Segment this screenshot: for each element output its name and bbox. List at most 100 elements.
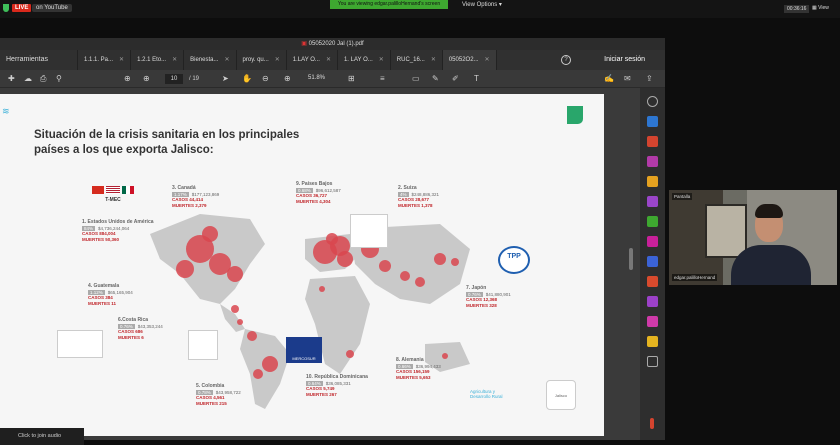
country-deaths: MUERTES 6 [118,334,144,340]
close-icon[interactable]: ✕ [224,57,229,63]
view-label: View [818,5,829,11]
conference-top-bar: LIVE on YouTube You are viewing edgar.pa… [0,0,840,18]
bubble-usa-west [176,260,194,278]
send-icon[interactable] [647,316,658,327]
country-value: $36,994,433 [415,363,441,369]
country-value: $43,353,244 [137,323,163,329]
search-icon[interactable] [647,96,658,107]
acrobat-title-bar: ▣ 05052020 Jal (1).pdf [0,38,665,50]
zoom-out-icon[interactable]: ⊖ [262,73,269,85]
create-icon[interactable]: ✚ [8,73,15,85]
bubble-colombia [247,331,257,341]
tab-label: proy. qu... [242,57,269,63]
wave-logo-icon: ≋ [2,106,10,116]
tab-doc-4[interactable]: proy. qu... ✕ [237,50,287,70]
close-icon[interactable]: ✕ [485,57,490,63]
previous-page-icon[interactable]: ⊕ [124,73,131,85]
create-pdf-icon[interactable] [647,136,658,147]
join-audio-button[interactable]: Click to join audio [0,428,84,445]
country-label-canada: 3. Canadá 1.17% $177,123,869 CASOS 44,414… [172,185,219,208]
email-icon[interactable]: ✉ [624,73,631,85]
optimize-icon[interactable] [647,276,658,287]
hand-icon[interactable]: ✋ [242,73,252,85]
bubble-brazil [262,356,278,372]
close-icon[interactable]: ✕ [431,57,436,63]
tab-doc-6[interactable]: 1. LAY O... ✕ [338,50,391,70]
export-pdf-icon[interactable] [647,116,658,127]
tab-label: 1.2.1 Eto... [137,57,167,63]
redact-icon[interactable] [647,236,658,247]
zoom-in-icon[interactable]: ⊕ [284,73,291,85]
combine-icon[interactable] [647,196,658,207]
tab-label: Bienesta... [190,57,219,63]
slide-title-line-1: Situación de la crisis sanitaria en los … [34,129,300,141]
sign-in-button[interactable]: Iniciar sesión [604,50,645,70]
protect-icon[interactable] [647,256,658,267]
canada-flag-icon [92,186,104,194]
tab-doc-5[interactable]: 1.LAY O... ✕ [287,50,338,70]
country-label-costa-rica: 6.Costa Rica 0.76% $43,353,244 CASOS 686 … [118,317,163,340]
participant-video[interactable]: Pantalla edgar.palilloHernand [669,190,837,285]
next-page-icon[interactable]: ⊕ [143,73,150,85]
bubble-netherlands [326,233,338,245]
close-icon[interactable]: ✕ [172,57,177,63]
bubble-australia [442,353,448,359]
country-label-netherlands: 9. Países Bajos 0.68% $96,612,587 CASOS 3… [296,181,341,204]
bubble-italy [337,251,353,267]
fit-page-icon[interactable]: ⊞ [348,73,355,85]
view-button[interactable]: ▦ View [812,5,829,11]
draw-icon[interactable]: ✐ [452,73,459,85]
close-icon[interactable]: ✕ [379,57,384,63]
tab-doc-2[interactable]: 1.2.1 Eto... ✕ [131,50,185,70]
country-label-guatemala: 4. Guatemala 1.12% $65,165,904 CASOS 384 … [88,283,133,306]
tab-tools[interactable]: Herramientas [0,50,78,70]
edit-pdf-icon[interactable] [647,156,658,167]
highlight-icon[interactable]: ✎ [432,73,439,85]
comment-icon[interactable]: ▭ [412,73,420,85]
country-label-germany: 8. Alemania 0.66% $36,994,433 CASOS 156,1… [396,357,441,380]
close-icon[interactable]: ✕ [119,57,124,63]
search-icon[interactable]: ⚲ [56,73,62,85]
bubble-guatemala [231,305,239,313]
close-icon[interactable]: ✕ [275,57,280,63]
scroll-mode-icon[interactable]: ≡ [380,73,385,85]
share-icon[interactable]: ⇪ [646,73,653,85]
collapse-panel-icon[interactable] [650,418,654,429]
security-shield-icon[interactable] [3,4,9,12]
country-deaths: MUERTES 1,378 [398,202,433,208]
sign-icon[interactable]: ✍ [604,73,614,85]
page-total: / 19 [189,76,200,82]
tab-doc-7[interactable]: RUC_16... ✕ [391,50,443,70]
flags [88,186,138,194]
print-icon[interactable]: ⎙ [40,73,46,85]
fill-sign-icon[interactable] [647,296,658,307]
tab-doc-1[interactable]: 1.1.1. Pa... ✕ [78,50,132,70]
upload-icon[interactable]: ☁ [24,73,32,85]
bubble-india [415,277,425,287]
live-badge[interactable]: LIVE [12,4,32,12]
bubble-canada [202,226,218,242]
help-icon[interactable]: ? [561,55,571,65]
comment-tool-icon[interactable] [647,176,658,187]
close-icon[interactable]: ✕ [326,57,331,63]
video-person-hair [755,204,783,218]
more-tools-icon[interactable] [647,356,658,367]
tab-label: 1.1.1. Pa... [84,57,114,63]
tab-doc-3[interactable]: Bienesta... ✕ [184,50,237,70]
meeting-timer: 00:36:16 [784,5,810,13]
organize-icon[interactable] [647,216,658,227]
tab-label: RUC_16... [396,57,425,63]
vertical-scrollbar[interactable] [627,88,635,440]
zoom-level[interactable]: 51.8% [308,75,325,81]
view-options-button[interactable]: View Options ▾ [462,1,502,8]
bubble-japan [451,258,459,266]
live-destination[interactable]: on YouTube [32,4,72,12]
text-icon[interactable]: T [474,73,479,85]
bubble-africa-west [319,286,325,292]
scrollbar-thumb[interactable] [629,248,633,270]
mexico-flag-icon [122,186,134,194]
tab-doc-8[interactable]: 05052O2... ✕ [442,50,497,70]
stamp-icon[interactable] [647,336,658,347]
cursor-icon[interactable]: ➤ [222,73,229,85]
page-number-input[interactable]: 10 [165,74,183,84]
